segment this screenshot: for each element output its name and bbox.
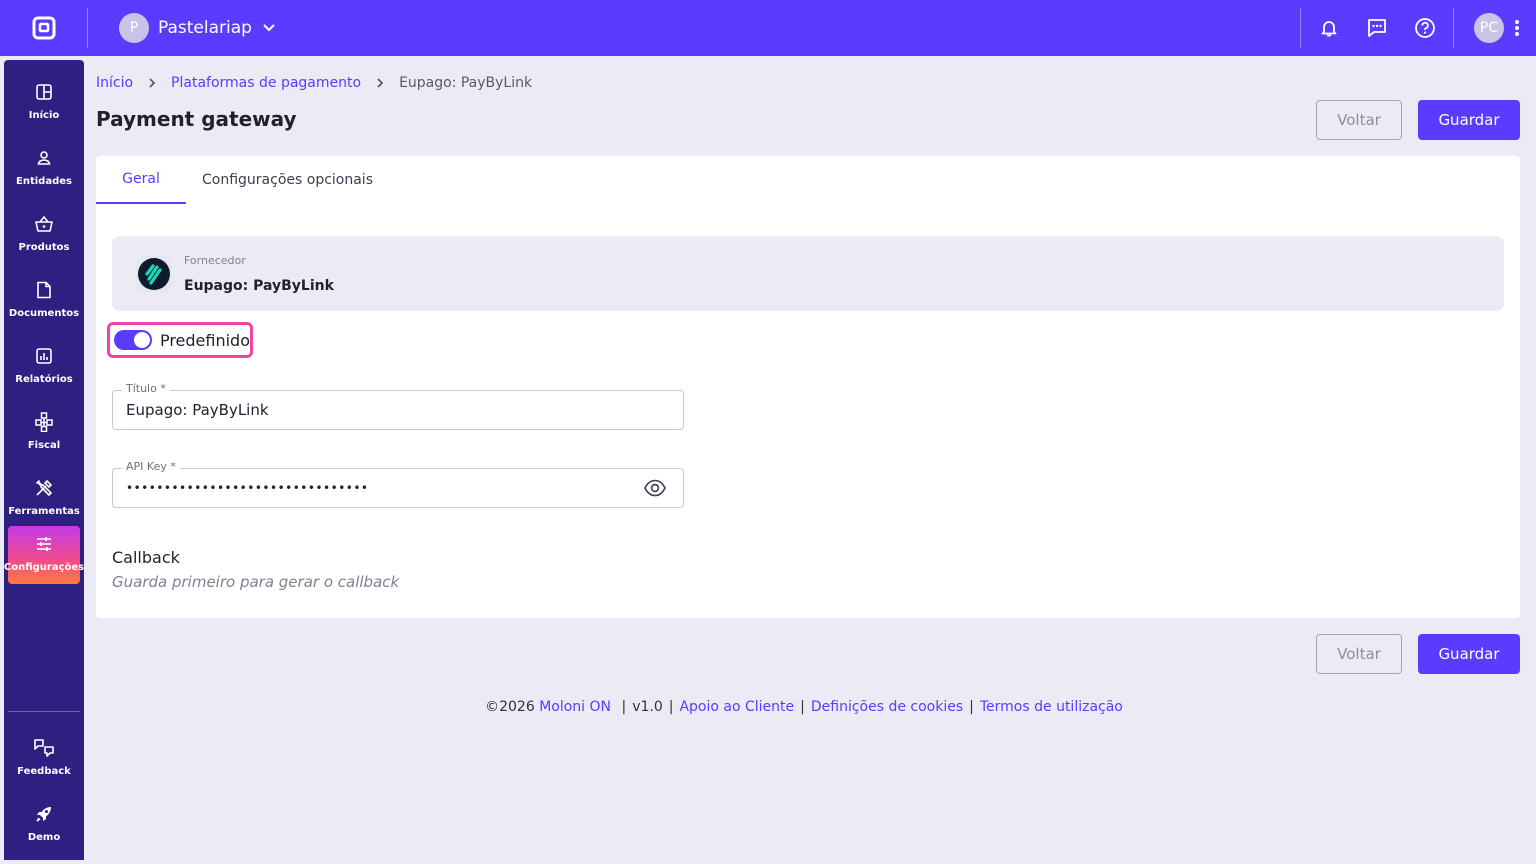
footer: ©2026 Moloni ON | v1.0 | Apoio ao Cliente | D… [0, 699, 1536, 715]
sidebar-item-entidades[interactable]: Entidades [8, 140, 80, 198]
save-button[interactable]: Guardar [1418, 100, 1520, 140]
feedback-icon [33, 736, 55, 760]
breadcrumb: Início Plataformas de pagamento Eupago: … [96, 75, 532, 91]
top-bar: P Pastelariap PC [0, 0, 1536, 56]
sidebar-item-label: Demo [27, 832, 61, 843]
eye-icon[interactable] [643, 478, 667, 502]
bell-icon[interactable] [1305, 0, 1353, 56]
eupago-logo-icon [136, 256, 172, 292]
back-button-bottom[interactable]: Voltar [1316, 634, 1402, 674]
sidebar-item-label: Produtos [18, 242, 70, 253]
chevron-down-icon [262, 19, 276, 38]
sidebar-item-label: Ferramentas [8, 506, 80, 517]
footer-terms-link[interactable]: Termos de utilização [980, 699, 1123, 715]
app-logo-icon[interactable] [0, 8, 88, 48]
more-vert-icon[interactable] [1504, 0, 1530, 56]
breadcrumb-home-link[interactable]: Início [96, 75, 133, 91]
provider-label: Fornecedor [184, 254, 246, 267]
footer-separator: | [969, 699, 974, 715]
tools-icon [34, 476, 54, 500]
company-avatar: P [119, 13, 149, 43]
tab-geral[interactable]: Geral [96, 156, 186, 204]
sidebar: Início Entidades Produtos Documentos Rel… [4, 60, 84, 860]
chevron-right-icon [147, 77, 157, 89]
user-icon [35, 146, 53, 170]
provider-name: Eupago: PayByLink [184, 278, 334, 294]
default-toggle[interactable]: Predefinido [107, 322, 253, 358]
sidebar-item-label: Configurações [3, 562, 85, 573]
chevron-right-icon [375, 77, 385, 89]
tab-configuracoes-opcionais[interactable]: Configurações opcionais [186, 156, 373, 204]
company-name: Pastelariap [158, 18, 252, 38]
footer-separator: | [668, 699, 674, 715]
sidebar-item-fiscal[interactable]: Fiscal [8, 404, 80, 462]
document-icon [36, 278, 52, 302]
user-avatar[interactable]: PC [1474, 13, 1504, 43]
chat-icon[interactable] [1353, 0, 1401, 56]
sidebar-item-ferramentas[interactable]: Ferramentas [8, 470, 80, 528]
back-button[interactable]: Voltar [1316, 100, 1402, 140]
callback-hint: Guarda primeiro para gerar o callback [112, 573, 400, 591]
api-key-field-label: API Key * [122, 460, 180, 473]
tab-bar: Geral Configurações opcionais [96, 156, 373, 204]
page-title: Payment gateway [96, 107, 297, 131]
sidebar-item-label: Entidades [16, 176, 72, 187]
sidebar-item-label: Início [28, 110, 60, 121]
sidebar-item-feedback[interactable]: Feedback [8, 730, 80, 788]
sidebar-item-inicio[interactable]: Início [8, 74, 80, 132]
save-button-bottom[interactable]: Guardar [1418, 634, 1520, 674]
rocket-icon [35, 802, 53, 826]
sidebar-item-label: Relatórios [15, 374, 73, 385]
dashboard-icon [35, 80, 53, 104]
footer-support-link[interactable]: Apoio ao Cliente [679, 699, 794, 715]
default-toggle-label: Predefinido [159, 330, 250, 350]
help-icon[interactable] [1401, 0, 1449, 56]
footer-copyright: ©2026 [485, 699, 535, 715]
footer-brand-link[interactable]: Moloni ON [539, 699, 611, 715]
provider-box: Fornecedor Eupago: PayByLink [112, 236, 1504, 311]
footer-separator: | [800, 699, 805, 715]
callback-title: Callback [112, 548, 180, 567]
title-field-label: Título * [122, 382, 170, 395]
sidebar-item-produtos[interactable]: Produtos [8, 206, 80, 264]
sidebar-item-label: Documentos [8, 308, 80, 319]
api-key-field[interactable]: API Key * ••••••••••••••••••••••••••••••… [112, 460, 684, 508]
sidebar-item-relatorios[interactable]: Relatórios [8, 338, 80, 396]
footer-separator: | [621, 699, 627, 715]
sidebar-item-documentos[interactable]: Documentos [8, 272, 80, 330]
sidebar-item-label: Feedback [17, 766, 71, 777]
toggle-knob [133, 332, 150, 348]
sidebar-item-label: Fiscal [27, 440, 61, 451]
api-key-input[interactable]: •••••••••••••••••••••••••••••••• [126, 481, 626, 495]
network-icon [35, 410, 53, 434]
sidebar-item-demo[interactable]: Demo [8, 796, 80, 854]
sidebar-item-configuracoes[interactable]: Configurações [4, 526, 84, 584]
breadcrumb-section-link[interactable]: Plataformas de pagamento [171, 75, 361, 91]
divider [1453, 8, 1454, 48]
footer-cookies-link[interactable]: Definições de cookies [811, 699, 963, 715]
sliders-icon [35, 532, 53, 556]
company-selector[interactable]: P Pastelariap [119, 13, 276, 43]
chart-icon [35, 344, 53, 368]
toggle-switch[interactable] [114, 330, 152, 350]
title-input[interactable] [126, 401, 626, 419]
breadcrumb-current: Eupago: PayByLink [399, 75, 533, 91]
divider [1300, 8, 1301, 48]
settings-card: Geral Configurações opcionais Fornecedor… [96, 156, 1520, 618]
basket-icon [34, 212, 54, 236]
title-field[interactable]: Título * [112, 382, 684, 430]
footer-version: v1.0 [632, 699, 663, 715]
